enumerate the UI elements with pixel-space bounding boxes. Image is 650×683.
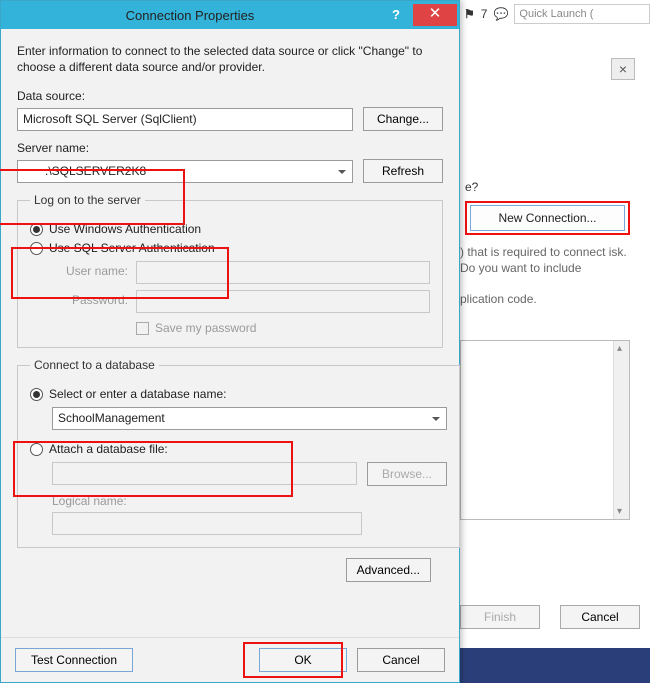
intro-text: Enter information to connect to the sele… [17,43,443,75]
new-connection-button[interactable]: New Connection... [470,205,625,231]
wizard-desc-line2: plication code. [460,292,640,306]
select-db-label: Select or enter a database name: [49,387,226,401]
feedback-icon: 💬 [493,7,508,21]
save-password-checkbox [136,322,149,335]
connection-properties-dialog: Connection Properties ? ✕ Enter informat… [0,0,460,683]
scrollbar[interactable] [613,341,629,519]
help-button[interactable]: ? [379,4,413,26]
radio-sql-auth[interactable]: Use SQL Server Authentication [30,241,430,255]
radio-attach-db[interactable]: Attach a database file: [30,442,447,456]
data-source-label: Data source: [17,89,443,103]
wizard-listbox[interactable] [460,340,630,520]
save-password-label: Save my password [155,321,256,335]
connect-db-legend: Connect to a database [30,358,159,372]
data-source-field: Microsoft SQL Server (SqlClient) [17,108,353,131]
vs-statusbar [460,648,650,683]
background-wizard: ⚑ 7 💬 Quick Launch ( × e? New Connection… [460,0,650,683]
logon-group: Log on to the server Use Windows Authent… [17,193,443,348]
ok-button[interactable]: OK [259,648,347,672]
wizard-close-button[interactable]: × [611,58,635,80]
win-auth-label: Use Windows Authentication [49,222,201,236]
change-button[interactable]: Change... [363,107,443,131]
attach-db-label: Attach a database file: [49,442,168,456]
advanced-button[interactable]: Advanced... [346,558,431,582]
username-field [136,261,430,284]
wizard-finish-button: Finish [460,605,540,629]
logical-name-label: Logical name: [52,494,447,508]
dialog-title: Connection Properties [1,8,379,23]
flag-count: 7 [481,7,488,21]
attach-file-field [52,462,357,485]
sql-auth-label: Use SQL Server Authentication [49,241,215,255]
test-connection-button[interactable]: Test Connection [15,648,133,672]
server-name-combo[interactable]: .\SQLSERVER2K8 [17,160,353,183]
username-label: User name: [52,264,128,278]
close-button[interactable]: ✕ [413,4,457,26]
radio-select-db[interactable]: Select or enter a database name: [30,387,447,401]
titlebar: Connection Properties ? ✕ [1,1,459,29]
server-name-value: .\SQLSERVER2K8 [23,164,146,178]
vs-topbar: ⚑ 7 💬 Quick Launch ( [460,0,650,28]
radio-icon [30,388,43,401]
server-name-label: Server name: [17,141,443,155]
wizard-question-tail: e? [465,180,478,194]
wizard-cancel-button[interactable]: Cancel [560,605,640,629]
password-field [136,290,430,313]
database-name-combo[interactable]: SchoolManagement [52,407,447,430]
wizard-desc-line1: ) that is required to connect isk. Do yo… [460,244,640,276]
radio-icon [30,223,43,236]
flag-icon: ⚑ [464,7,475,21]
radio-win-auth[interactable]: Use Windows Authentication [30,222,430,236]
cancel-button[interactable]: Cancel [357,648,445,672]
refresh-button[interactable]: Refresh [363,159,443,183]
quick-launch-input[interactable]: Quick Launch ( [514,4,650,24]
radio-icon [30,443,43,456]
logon-legend: Log on to the server [30,193,145,207]
connect-db-group: Connect to a database Select or enter a … [17,358,460,548]
browse-button: Browse... [367,462,447,486]
password-label: Password: [52,293,128,307]
logical-name-field [52,512,362,535]
radio-icon [30,242,43,255]
database-name-value: SchoolManagement [58,411,165,425]
